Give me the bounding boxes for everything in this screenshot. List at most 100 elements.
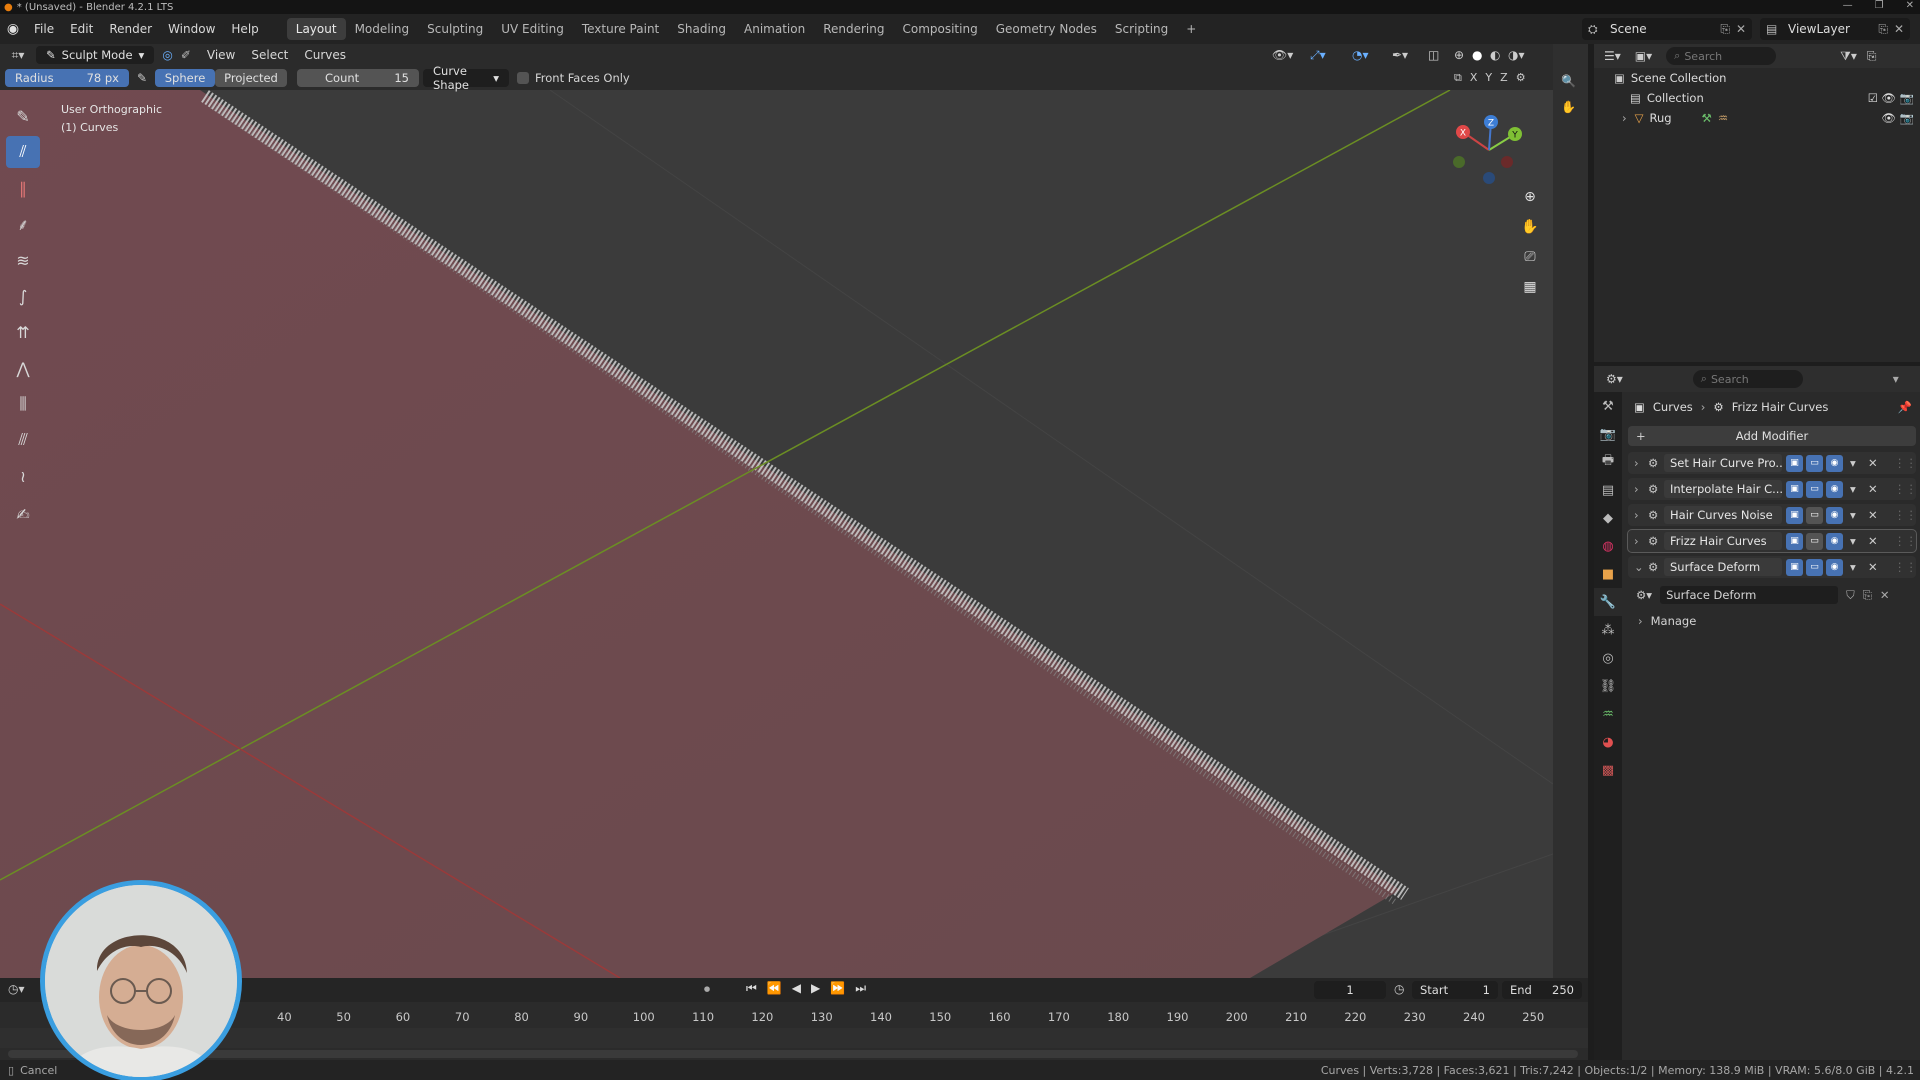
properties-editor[interactable]: ⚙▾ ⌕ Search ▾ ⚒ 📷 🖶 ▤ ◆ ◍ ■ 🔧 ⁂ ◎ ⛓ ♒ ◕ … (1594, 366, 1920, 1060)
navigation-gizmo[interactable]: X Y Z (1449, 110, 1529, 190)
scene-collection-row[interactable]: ▣ Scene Collection (1594, 68, 1920, 88)
modifier-name[interactable]: Frizz Hair Curves (1664, 532, 1782, 550)
play-reverse-icon[interactable]: ◀ (792, 981, 801, 996)
expand-chevron-icon[interactable]: › (1622, 111, 1627, 125)
material-shading-icon[interactable]: ◐ (1490, 48, 1500, 62)
grow-shrink-tool[interactable]: ⇈ (6, 316, 40, 348)
modifier-menu-chevron-icon[interactable]: ▾ (1850, 560, 1856, 574)
drag-handle-icon[interactable]: ⋮⋮ (1894, 508, 1917, 522)
modifier-menu-chevron-icon[interactable]: ▾ (1850, 508, 1856, 522)
chevron-right-icon[interactable]: › (1634, 534, 1639, 548)
modifier-menu-chevron-icon[interactable]: ▾ (1850, 534, 1856, 548)
viewport-toggle-icon[interactable]: ▭ (1806, 532, 1823, 550)
tab-world[interactable]: ◍ (1594, 532, 1622, 560)
symmetry-icon[interactable]: ⧉ (1454, 71, 1462, 85)
tab-view-layer[interactable]: ▤ (1594, 476, 1622, 504)
hair-curves-icon[interactable]: ♒ (1718, 111, 1728, 125)
minimize-icon[interactable]: — (1843, 0, 1853, 11)
count-field[interactable]: Count 15 (297, 69, 419, 87)
editor-type-icon[interactable]: ⌗▾ (0, 48, 36, 63)
render-toggle-icon[interactable]: ◉ (1826, 506, 1843, 524)
selection-mask-icon[interactable]: ◎ (162, 48, 172, 62)
viewport-toggle-icon[interactable]: ▭ (1806, 480, 1823, 498)
chevron-right-icon[interactable]: › (1634, 482, 1639, 496)
viewport-toggle-icon[interactable]: ▭ (1806, 558, 1823, 576)
edit-mode-toggle-icon[interactable]: ▣ (1786, 532, 1803, 550)
puff-tool[interactable]: ⫼ (6, 388, 40, 420)
timeline-track[interactable] (0, 1028, 1588, 1048)
collection-row[interactable]: ▤ Collection ☑ 👁 📷 (1594, 88, 1920, 108)
chevron-down-icon[interactable]: ▾ (1893, 372, 1899, 386)
manage-panel-header[interactable]: › Manage (1628, 610, 1916, 632)
jump-end-icon[interactable]: ⏭ (855, 981, 866, 996)
autokey-icon[interactable]: ⏺ (704, 982, 710, 997)
new-scene-icon[interactable]: ⎘ (1720, 22, 1730, 37)
comb-tool[interactable]: ⫽ (6, 136, 40, 168)
delete-view-layer-icon[interactable]: ✕ (1894, 22, 1904, 36)
pen-overlay-icon[interactable]: ✒▾ (1392, 48, 1408, 62)
modifier-name[interactable]: Interpolate Hair C... (1664, 480, 1782, 498)
slide-tool[interactable]: ≀ (6, 460, 40, 492)
eye-icon[interactable]: 👁 (1881, 111, 1896, 125)
properties-editor-icon[interactable]: ⚙▾ (1606, 372, 1623, 386)
fake-user-shield-icon[interactable]: ⛉ (1846, 588, 1855, 603)
tab-modifiers[interactable]: 🔧 (1594, 588, 1622, 616)
duplicate-icon[interactable]: ⎘ (1863, 588, 1872, 603)
curve-shape-dropdown[interactable]: Curve Shape ▾ (423, 64, 509, 92)
delete-scene-icon[interactable]: ✕ (1736, 22, 1746, 36)
prev-keyframe-icon[interactable]: ⏪ (767, 981, 782, 996)
axis-lock-y[interactable]: Y (1485, 71, 1492, 85)
tab-scene[interactable]: ◆ (1594, 504, 1622, 532)
tab-rendering[interactable]: Rendering (814, 18, 893, 40)
blender-menu-icon[interactable]: ◉ (0, 21, 26, 37)
new-collection-icon[interactable]: ⎘ (1867, 49, 1877, 64)
modifier-row[interactable]: › ⚙ Interpolate Hair C... ▣ ▭ ◉ ▾ ✕ ⋮⋮ (1628, 478, 1917, 500)
3d-viewport[interactable]: ⌗▾ ✎ Sculpt Mode ▾ ◎ ✐ View Select Curve… (0, 44, 1553, 978)
remove-modifier-icon[interactable]: ✕ (1868, 534, 1878, 548)
visibility-icon[interactable]: 👁▾ (1272, 48, 1293, 62)
tab-object[interactable]: ■ (1594, 560, 1622, 588)
solid-shading-icon[interactable]: ● (1472, 48, 1482, 62)
gizmo-toggle-icon[interactable]: ⤢▾ (1310, 48, 1326, 63)
overlays-icon[interactable]: ◔▾ (1352, 48, 1369, 62)
modifier-name[interactable]: Surface Deform (1664, 558, 1782, 576)
rug-object-row[interactable]: › ▽ Rug ⚒ ♒ 👁 📷 (1594, 108, 1920, 128)
modifier-menu-chevron-icon[interactable]: ▾ (1850, 482, 1856, 496)
current-frame-field[interactable]: 1 (1314, 981, 1386, 999)
tab-shading[interactable]: Shading (668, 18, 735, 40)
falloff-sphere-button[interactable]: Sphere (155, 69, 215, 87)
close-icon[interactable]: ✕ (1906, 0, 1914, 11)
render-toggle-icon[interactable]: ◉ (1826, 532, 1843, 550)
pan-hand-icon[interactable]: ✋ (1517, 214, 1543, 240)
exclude-checkbox-icon[interactable]: ☑ (1868, 91, 1878, 105)
tab-physics[interactable]: ◎ (1594, 644, 1622, 672)
viewport-toggle-icon[interactable]: ▭ (1806, 506, 1823, 524)
add-modifier-button[interactable]: + Add Modifier (1628, 426, 1916, 446)
tab-particles[interactable]: ⁂ (1594, 616, 1622, 644)
viewport-toggle-icon[interactable]: ▭ (1806, 454, 1823, 472)
sidebar-hand-icon[interactable]: ✋ (1561, 100, 1588, 114)
tab-output[interactable]: 🖶 (1594, 448, 1622, 476)
tab-geometry-nodes[interactable]: Geometry Nodes (987, 18, 1106, 40)
render-toggle-icon[interactable]: ◉ (1826, 454, 1843, 472)
remove-modifier-icon[interactable]: ✕ (1868, 508, 1878, 522)
render-camera-icon[interactable]: 📷 (1900, 111, 1914, 125)
axis-lock-x[interactable]: X (1470, 71, 1478, 85)
filter-icon[interactable]: ⧩▾ (1840, 49, 1857, 64)
render-camera-icon[interactable]: 📷 (1900, 91, 1914, 105)
restore-icon[interactable]: ❐ (1875, 0, 1884, 11)
remove-modifier-icon[interactable]: ✕ (1868, 482, 1878, 496)
menu-curves[interactable]: Curves (296, 48, 354, 62)
edit-mode-toggle-icon[interactable]: ▣ (1786, 558, 1803, 576)
timeline-editor-icon[interactable]: ◷▾ (8, 982, 25, 996)
tab-constraints[interactable]: ⛓ (1594, 672, 1622, 700)
delete-tool[interactable]: ∥ (6, 172, 40, 204)
edit-mask-icon[interactable]: ✐ (181, 48, 191, 62)
tab-animation[interactable]: Animation (735, 18, 814, 40)
end-frame-field[interactable]: End 250 (1502, 981, 1582, 999)
remove-modifier-icon[interactable]: ✕ (1868, 456, 1878, 470)
outliner-search-field[interactable]: ⌕ Search (1666, 47, 1777, 65)
scene-selector[interactable]: ⛭ Scene ⎘ ✕ (1582, 18, 1752, 40)
annotate-tool[interactable]: ✍ (6, 498, 40, 530)
modifier-row[interactable]: ⌄ ⚙ Surface Deform ▣ ▭ ◉ ▾ ✕ ⋮⋮ (1628, 556, 1917, 578)
